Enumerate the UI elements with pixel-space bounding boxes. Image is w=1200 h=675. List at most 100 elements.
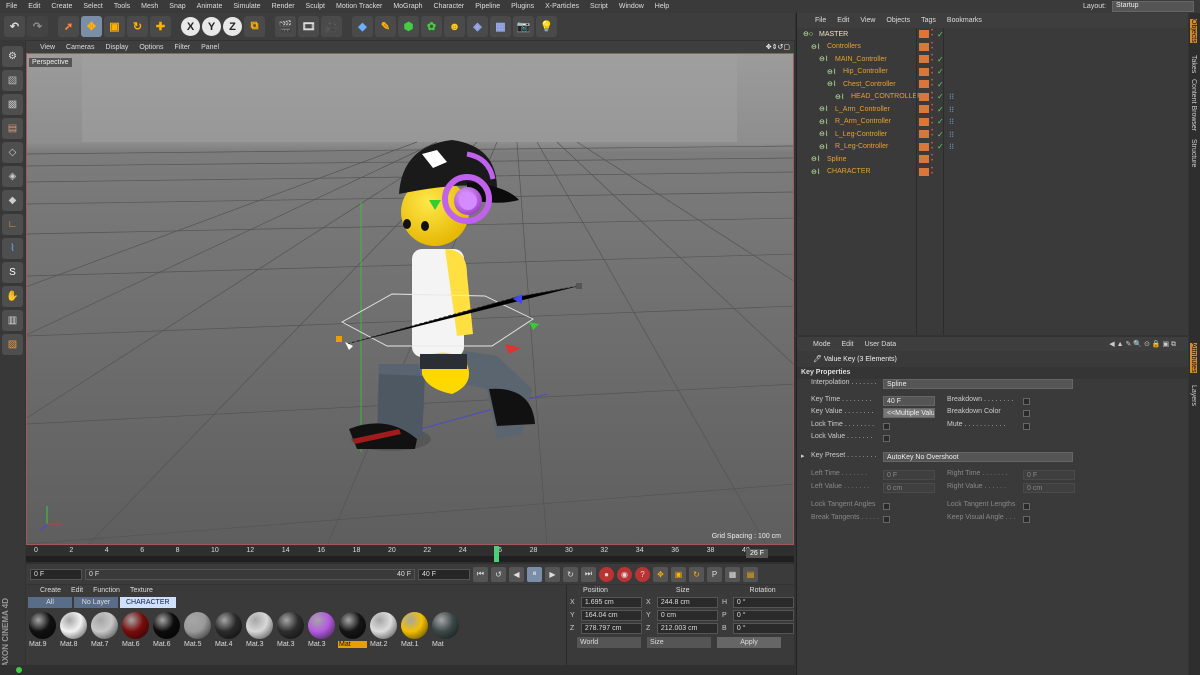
material-swatch[interactable]: Mat.3 xyxy=(245,612,274,648)
timeline-track[interactable] xyxy=(26,546,794,562)
object-row[interactable]: ⊖⌇ R_Leg-Controller • • ✓ ⁝⁝ xyxy=(797,141,1188,154)
tag-icon[interactable]: ⁝⁝ xyxy=(949,130,954,139)
preview-range-slider[interactable]: 0 F 40 F xyxy=(85,568,415,580)
record-parameter-icon[interactable]: P xyxy=(707,566,722,582)
object-row[interactable]: ⊖⌇ MAIN_Controller • • ✓ xyxy=(797,53,1188,66)
character-icon[interactable]: ☻ xyxy=(444,16,465,37)
lock-time-checkbox[interactable] xyxy=(883,422,890,430)
select-tool-icon[interactable]: ➚ xyxy=(58,16,79,37)
layer-color-swatch[interactable] xyxy=(919,142,929,151)
layout-dropdown[interactable]: Startup xyxy=(1112,1,1194,12)
material-swatch[interactable]: Mat xyxy=(431,612,460,648)
menu-file[interactable]: File xyxy=(6,3,17,10)
visibility-dots-icon[interactable]: • • xyxy=(931,116,933,127)
menu-script[interactable]: Script xyxy=(590,3,608,10)
layer-color-swatch[interactable] xyxy=(919,92,929,101)
next-key-icon[interactable]: ↻ xyxy=(563,566,578,582)
spline-point-handle[interactable] xyxy=(576,283,582,289)
cube-primitive-icon[interactable]: ◆ xyxy=(352,16,373,37)
lock-value-checkbox[interactable] xyxy=(883,435,890,442)
layer-color-swatch[interactable] xyxy=(919,42,929,51)
go-to-end-icon[interactable]: ⏭ xyxy=(581,566,596,582)
texture-mode-icon[interactable]: ▩ xyxy=(2,94,23,115)
layer-color-swatch[interactable] xyxy=(919,130,929,139)
menu-motion-tracker[interactable]: Motion Tracker xyxy=(336,3,382,10)
menu-snap[interactable]: Snap xyxy=(169,3,185,10)
menu-help[interactable]: Help xyxy=(655,3,669,10)
record-pla-icon[interactable]: ▦ xyxy=(725,566,740,582)
lock-workplane-icon[interactable]: ▥ xyxy=(2,310,23,331)
attr-menu-user-data[interactable]: User Data xyxy=(865,341,897,348)
viewport-menu-display[interactable]: Display xyxy=(105,44,128,51)
workplane-icon[interactable]: ▤ xyxy=(2,118,23,139)
deformer-icon[interactable]: ◈ xyxy=(467,16,488,37)
layer-color-swatch[interactable] xyxy=(919,105,929,114)
filter-no-layer[interactable]: No Layer xyxy=(74,597,118,608)
tab-structure[interactable]: Structure xyxy=(1190,139,1197,167)
menu-mesh[interactable]: Mesh xyxy=(141,3,158,10)
key-preset-dropdown[interactable]: AutoKey No Overshoot xyxy=(883,451,1073,462)
object-row[interactable]: ⊖○ MASTER • • ✓ xyxy=(797,28,1188,41)
tweak-mode-icon[interactable]: ⌇ xyxy=(2,238,23,259)
mute-checkbox[interactable] xyxy=(1023,422,1030,430)
undo-icon[interactable]: ↶ xyxy=(4,16,25,37)
timeline-window-icon[interactable]: ▤ xyxy=(743,566,758,582)
size-mode-dropdown[interactable]: Size xyxy=(647,637,711,648)
interpolation-dropdown[interactable]: Spline xyxy=(883,379,1073,389)
object-row[interactable]: ⊖⌇ Spline • • xyxy=(797,153,1188,166)
om-menu-view[interactable]: View xyxy=(860,17,875,24)
x-axis-lock-button[interactable]: X xyxy=(181,17,200,36)
object-row[interactable]: ⊖⌇ HEAD_CONTROLLER • • ✓ ⁝⁝ xyxy=(797,91,1188,104)
material-swatch[interactable]: Mat.6 xyxy=(152,612,181,648)
live-selection-icon[interactable]: ✚ xyxy=(150,16,171,37)
layer-color-swatch[interactable] xyxy=(919,167,929,176)
visibility-dots-icon[interactable]: • • xyxy=(931,91,933,102)
object-row[interactable]: ⊖⌇ Controllers • • xyxy=(797,41,1188,54)
rotation-b-field[interactable]: 0 ° xyxy=(732,623,794,634)
scale-tool-icon[interactable]: ▣ xyxy=(104,16,125,37)
visibility-dots-icon[interactable]: • • xyxy=(931,66,933,77)
break-tangents-checkbox[interactable] xyxy=(883,515,890,523)
object-row[interactable]: ⊖⌇ CHARACTER • • xyxy=(797,166,1188,179)
subdivision-icon[interactable]: ⬢ xyxy=(398,16,419,37)
material-swatch[interactable]: Mat.4 xyxy=(214,612,243,648)
pause-icon[interactable]: ⏸ xyxy=(527,566,542,582)
timeline-ruler[interactable]: 0246810121416182022242628303234363840 26… xyxy=(26,546,794,564)
material-swatch[interactable]: Mat.2 xyxy=(369,612,398,648)
menu-render[interactable]: Render xyxy=(272,3,295,10)
object-row[interactable]: ⊖⌇ L_Arm_Controller • • ✓ ⁝⁝ xyxy=(797,103,1188,116)
tag-icon[interactable]: ⁝⁝ xyxy=(949,92,954,101)
perspective-viewport[interactable]: Perspective Grid Spacing: 100 cm xyxy=(26,53,794,545)
visibility-dots-icon[interactable]: • • xyxy=(931,128,933,139)
tab-attributes[interactable]: Attributes xyxy=(1190,343,1197,373)
render-view-icon[interactable]: 🎬 xyxy=(275,16,296,37)
viewport-menu-view[interactable]: View xyxy=(40,44,55,51)
menu-select[interactable]: Select xyxy=(83,3,102,10)
rotate-tool-icon[interactable]: ↻ xyxy=(127,16,148,37)
layer-color-swatch[interactable] xyxy=(919,117,929,126)
menu-window[interactable]: Window xyxy=(619,3,644,10)
om-menu-edit[interactable]: Edit xyxy=(837,17,849,24)
snap-icon[interactable]: S xyxy=(2,262,23,283)
mat-menu-create[interactable]: Create xyxy=(40,587,61,595)
position-z-field[interactable]: 278.797 cm xyxy=(580,623,642,634)
menu-simulate[interactable]: Simulate xyxy=(233,3,260,10)
visibility-dots-icon[interactable]: • • xyxy=(931,53,933,64)
menu-character[interactable]: Character xyxy=(434,3,465,10)
material-swatch[interactable]: Mat.7 xyxy=(90,612,119,648)
mat-menu-texture[interactable]: Texture xyxy=(130,587,153,595)
filter-character[interactable]: CHARACTER xyxy=(120,597,176,608)
redo-icon[interactable]: ↷ xyxy=(27,16,48,37)
key-value-field[interactable]: <<Multiple Values>> xyxy=(883,408,935,418)
object-row[interactable]: ⊖⌇ L_Leg-Controller • • ✓ ⁝⁝ xyxy=(797,128,1188,141)
om-menu-tags[interactable]: Tags xyxy=(921,17,936,24)
make-editable-icon[interactable]: ⚙ xyxy=(2,46,23,67)
right-value-field[interactable]: 0 cm xyxy=(1023,482,1075,493)
menu-pipeline[interactable]: Pipeline xyxy=(475,3,500,10)
size-z-field[interactable]: 212.003 cm xyxy=(656,623,718,634)
points-mode-icon[interactable]: ◇ xyxy=(2,142,23,163)
tag-icon[interactable]: ⁝⁝ xyxy=(949,105,954,114)
playhead[interactable] xyxy=(494,546,500,562)
position-x-field[interactable]: 1.695 cm xyxy=(580,597,642,608)
keyframe-selection-icon[interactable]: ? xyxy=(635,566,650,582)
